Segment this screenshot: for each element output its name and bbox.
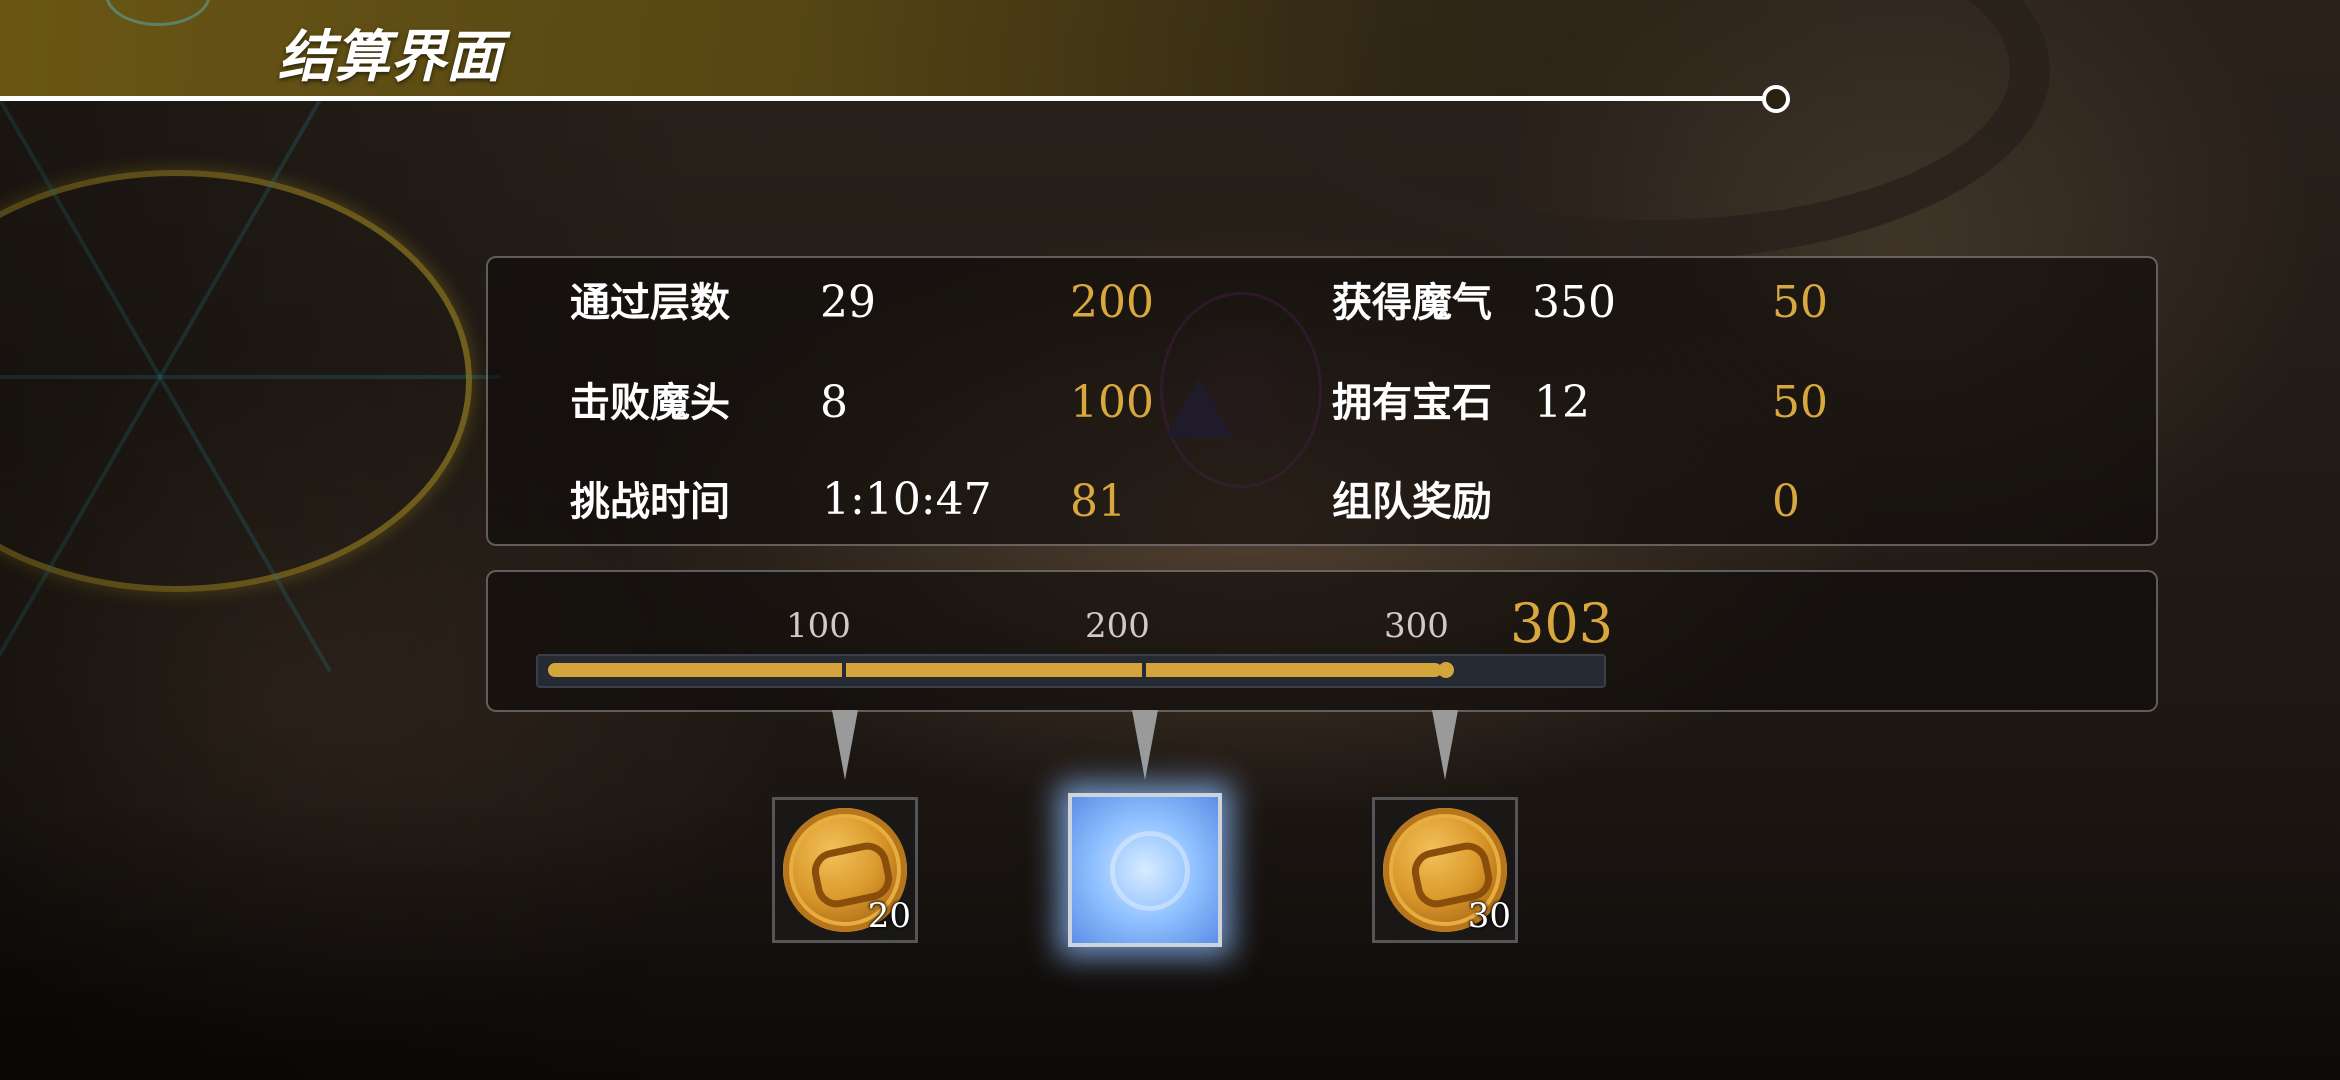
stat-label: 通过层数 xyxy=(570,280,730,326)
glowing-item-icon xyxy=(1110,831,1190,911)
stat-score: 100 xyxy=(1070,377,1154,428)
stat-score: 50 xyxy=(1772,277,1828,328)
reward-slot[interactable]: 30 xyxy=(1372,797,1518,943)
reward-slot-highlighted[interactable] xyxy=(1068,793,1222,947)
stat-value: 350 xyxy=(1532,277,1616,328)
milestone-pointer-icon xyxy=(832,710,858,780)
stat-value: 29 xyxy=(820,277,876,328)
reward-slot[interactable]: 20 xyxy=(772,797,918,943)
stat-label: 组队奖励 xyxy=(1332,479,1492,525)
milestone-label: 200 xyxy=(1085,606,1150,646)
page-title: 结算界面 xyxy=(278,24,502,90)
milestone-label: 300 xyxy=(1384,606,1449,646)
progress-total: 303 xyxy=(1510,592,1614,655)
milestone-pointer-icon xyxy=(1132,710,1158,780)
reward-count: 20 xyxy=(867,896,911,936)
header-divider-end-icon xyxy=(1762,85,1790,113)
stat-value: 12 xyxy=(1534,377,1590,428)
progress-bar-fill xyxy=(548,663,1442,677)
progress-end-marker xyxy=(1438,662,1454,678)
stat-label: 挑战时间 xyxy=(570,479,730,525)
stat-score: 50 xyxy=(1772,377,1828,428)
progress-panel xyxy=(486,570,2158,712)
stats-panel xyxy=(486,256,2158,546)
header-divider xyxy=(0,96,1768,101)
stat-label: 击败魔头 xyxy=(570,380,730,426)
stat-score: 200 xyxy=(1070,277,1154,328)
milestone-label: 100 xyxy=(786,606,851,646)
stat-value: 8 xyxy=(820,377,848,428)
progress-segment-divider xyxy=(1142,658,1146,682)
stat-label: 拥有宝石 xyxy=(1332,380,1492,426)
progress-segment-divider xyxy=(842,658,846,682)
stat-score: 0 xyxy=(1772,476,1800,527)
stat-value: 1:10:47 xyxy=(822,474,992,525)
stat-label: 获得魔气 xyxy=(1332,280,1492,326)
milestone-pointer-icon xyxy=(1432,710,1458,780)
stat-score: 81 xyxy=(1070,476,1126,527)
reward-count: 30 xyxy=(1467,896,1511,936)
